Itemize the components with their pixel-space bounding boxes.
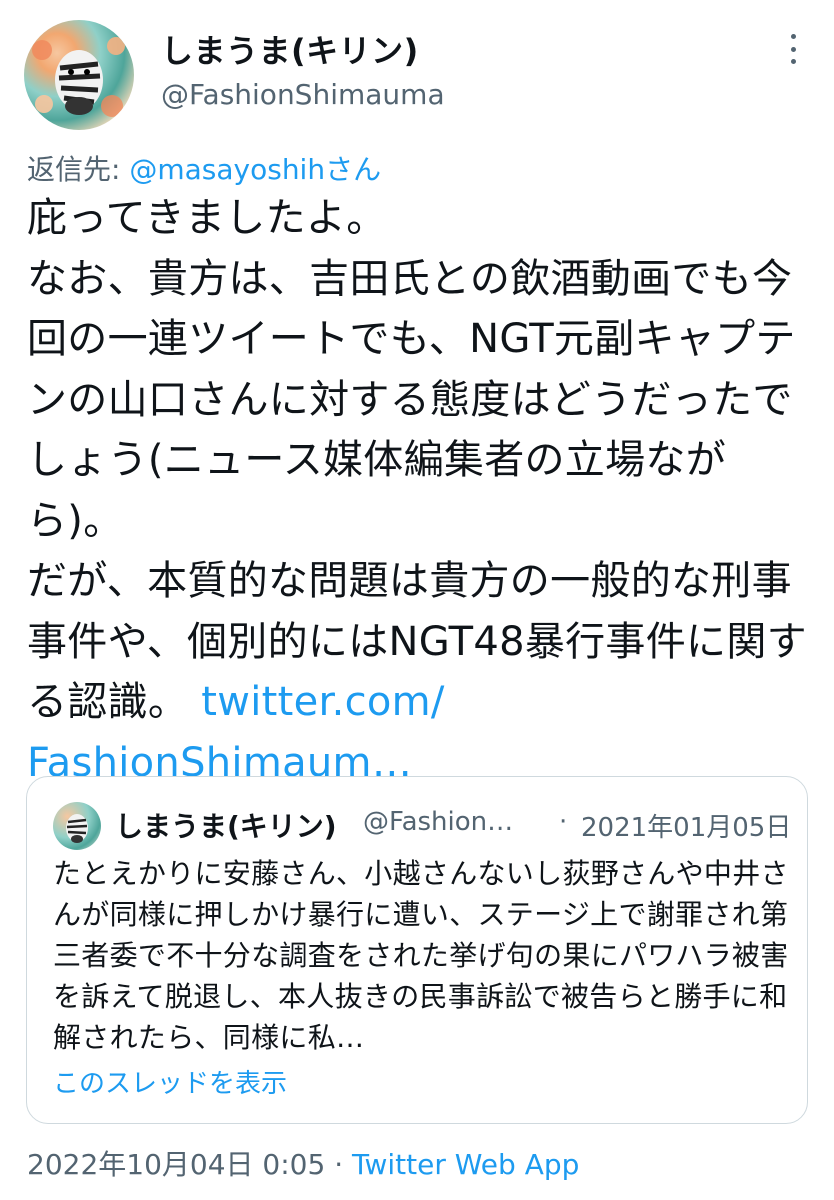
tweet-text-content: 庇ってきましたよ。 なお、貴方は、吉田氏との飲酒動画でも今回の一連ツイートでも、… [27,195,807,725]
more-vertical-icon[interactable] [784,34,802,64]
tweet-source-link[interactable]: Twitter Web App [352,1148,579,1181]
reply-to: 返信先: @masayoshihさん [27,148,381,188]
quoted-author-avatar [53,802,101,850]
author-name[interactable]: しまうま(キリン) [161,26,419,72]
tweet-link-line1[interactable]: twitter.com/ [201,679,444,725]
quoted-text: たとえかりに安藤さん、小越さんないし荻野さんや中井さんが同様に押しかけ暴行に遭い… [53,857,789,1054]
quoted-author-handle: @Fashion… [363,807,514,837]
tweet-timestamp[interactable]: 2022年10月04日 0:05 [27,1148,325,1181]
reply-to-label: 返信先: [27,153,130,186]
author-avatar[interactable] [24,20,134,130]
reply-to-user-link[interactable]: @masayoshihさん [129,153,381,186]
author-handle[interactable]: @FashionShimauma [161,78,445,111]
quoted-author-name: しまうま(キリン) [115,810,337,843]
tweet-text: 庇ってきましたよ。 なお、貴方は、吉田氏との飲酒動画でも今回の一連ツイートでも、… [27,188,807,793]
quoted-separator: · [559,807,568,837]
show-thread-link[interactable]: このスレッドを表示 [53,1063,287,1100]
tweet-footer: 2022年10月04日 0:05 · Twitter Web App [27,1143,579,1183]
footer-separator: · [334,1148,344,1181]
quoted-date: 2021年01月05日 [581,813,792,843]
quoted-tweet-card[interactable]: しまうま(キリン) @Fashion… · 2021年01月05日 たとえかりに… [26,776,808,1124]
